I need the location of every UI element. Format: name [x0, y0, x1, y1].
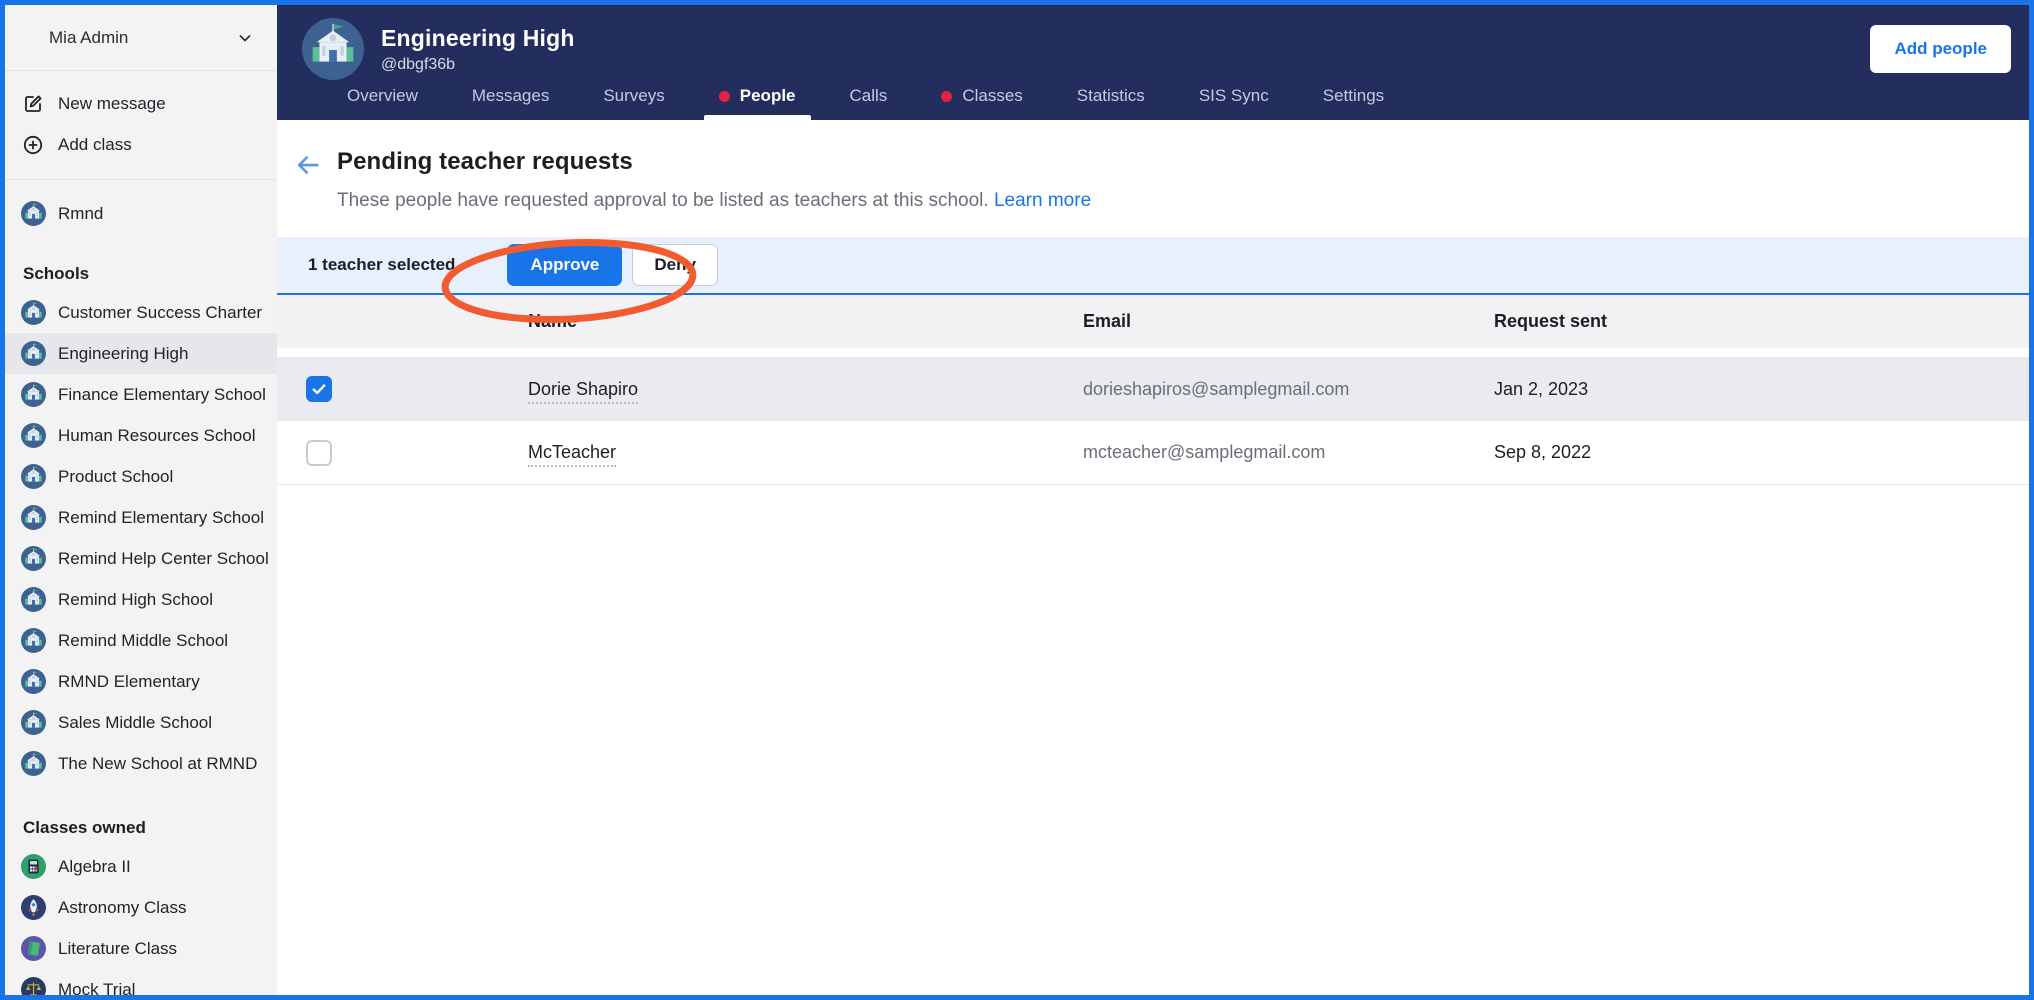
sidebar-actions: New message Add class: [5, 71, 277, 180]
school-icon: [20, 505, 46, 531]
notification-dot-icon: [941, 91, 952, 102]
teacher-email: dorieshapiros@samplegmail.com: [1083, 379, 1494, 400]
back-arrow-icon[interactable]: [293, 150, 323, 180]
school-icon: [20, 201, 46, 227]
scales-icon: [20, 977, 46, 996]
new-message-label: New message: [58, 94, 166, 114]
tab-surveys[interactable]: Surveys: [576, 86, 691, 120]
selection-count: 1 teacher selected: [308, 255, 455, 275]
school-icon: [20, 628, 46, 654]
new-message-button[interactable]: New message: [5, 83, 277, 124]
sidebar-item-school[interactable]: Customer Success Charter: [5, 292, 277, 333]
book-icon: [20, 936, 46, 962]
school-handle: @dbgf36b: [381, 56, 575, 74]
column-header-name: Name: [528, 311, 1083, 332]
sidebar-item-class[interactable]: Mock Trial: [5, 969, 277, 995]
sidebar-item-school[interactable]: Remind Elementary School: [5, 497, 277, 538]
teacher-name[interactable]: McTeacher: [528, 442, 616, 467]
school-name: Engineering High: [381, 25, 575, 52]
main-area: Engineering High @dbgf36b Add people Ove…: [277, 5, 2029, 995]
school-icon: [20, 464, 46, 490]
calculator-icon: [20, 854, 46, 880]
tab-statistics[interactable]: Statistics: [1050, 86, 1172, 120]
classes-section-header: Classes owned: [5, 800, 277, 838]
tab-messages[interactable]: Messages: [445, 86, 576, 120]
sidebar-item-class[interactable]: Astronomy Class: [5, 887, 277, 928]
sidebar-item-school[interactable]: Finance Elementary School: [5, 374, 277, 415]
school-icon: [20, 710, 46, 736]
add-circle-icon: [20, 132, 46, 158]
table-body: Dorie Shapiro dorieshapiros@samplegmail.…: [277, 357, 2029, 485]
rocket-icon: [20, 895, 46, 921]
school-icon: [20, 341, 46, 367]
tab-classes[interactable]: Classes: [914, 86, 1049, 120]
add-class-button[interactable]: Add class: [5, 124, 277, 165]
sidebar-item-school-selected[interactable]: Engineering High: [5, 333, 277, 374]
table-row: McTeacher mcteacher@samplegmail.com Sep …: [277, 421, 2029, 485]
page-title: Pending teacher requests: [337, 148, 1091, 176]
checkmark-icon: [310, 380, 328, 398]
school-icon: [20, 423, 46, 449]
selection-bar: 1 teacher selected Approve Deny: [277, 237, 2029, 295]
account-name: Mia Admin: [49, 28, 235, 48]
tab-settings[interactable]: Settings: [1296, 86, 1411, 120]
column-header-email: Email: [1083, 311, 1494, 332]
teacher-email: mcteacher@samplegmail.com: [1083, 442, 1494, 463]
tab-sis-sync[interactable]: SIS Sync: [1172, 86, 1296, 120]
tab-bar: Overview Messages Surveys People Calls C…: [302, 86, 2011, 120]
sidebar-item-class[interactable]: Algebra II: [5, 846, 277, 887]
school-icon: [20, 669, 46, 695]
sidebar-item-school[interactable]: Remind Middle School: [5, 620, 277, 661]
table-row: Dorie Shapiro dorieshapiros@samplegmail.…: [277, 357, 2029, 421]
school-header: Engineering High @dbgf36b Add people Ove…: [277, 5, 2029, 120]
sidebar-item-school[interactable]: Remind Help Center School: [5, 538, 277, 579]
tab-calls[interactable]: Calls: [823, 86, 915, 120]
add-class-label: Add class: [58, 135, 132, 155]
sidebar-item-org[interactable]: Rmnd: [5, 193, 277, 234]
sidebar: Mia Admin New message Add class Rmnd Sch…: [5, 5, 277, 995]
teacher-name[interactable]: Dorie Shapiro: [528, 379, 638, 404]
add-people-button[interactable]: Add people: [1870, 25, 2011, 73]
school-icon: [20, 587, 46, 613]
app-window: Mia Admin New message Add class Rmnd Sch…: [0, 0, 2034, 1000]
sidebar-item-class[interactable]: Literature Class: [5, 928, 277, 969]
row-checkbox[interactable]: [306, 376, 332, 402]
sidebar-item-school[interactable]: Remind High School: [5, 579, 277, 620]
learn-more-link[interactable]: Learn more: [994, 190, 1091, 211]
sidebar-item-school[interactable]: Human Resources School: [5, 415, 277, 456]
school-icon: [20, 300, 46, 326]
approve-button[interactable]: Approve: [507, 244, 622, 286]
school-icon: [20, 751, 46, 777]
tab-people[interactable]: People: [692, 86, 823, 120]
chevron-down-icon: [235, 28, 255, 48]
sidebar-item-school[interactable]: Product School: [5, 456, 277, 497]
compose-icon: [20, 91, 46, 117]
page-description: These people have requested approval to …: [337, 190, 1091, 212]
page-content: Pending teacher requests These people ha…: [277, 120, 2029, 995]
sidebar-item-school[interactable]: Sales Middle School: [5, 702, 277, 743]
sidebar-item-school[interactable]: RMND Elementary: [5, 661, 277, 702]
sidebar-item-school[interactable]: The New School at RMND: [5, 743, 277, 784]
school-icon: [20, 382, 46, 408]
row-checkbox[interactable]: [306, 440, 332, 466]
notification-dot-icon: [719, 91, 730, 102]
request-sent-date: Jan 2, 2023: [1494, 379, 2029, 400]
column-header-request-sent: Request sent: [1494, 311, 2029, 332]
account-switcher[interactable]: Mia Admin: [5, 5, 277, 71]
school-icon: [20, 546, 46, 572]
tab-overview[interactable]: Overview: [320, 86, 445, 120]
table-header-row: Name Email Request sent: [277, 295, 2029, 348]
request-sent-date: Sep 8, 2022: [1494, 442, 2029, 463]
deny-button[interactable]: Deny: [632, 244, 718, 286]
schools-section-header: Schools: [5, 246, 277, 284]
sidebar-list: Rmnd Schools Customer Success Charter En…: [5, 180, 277, 995]
school-building-icon: [302, 18, 364, 80]
